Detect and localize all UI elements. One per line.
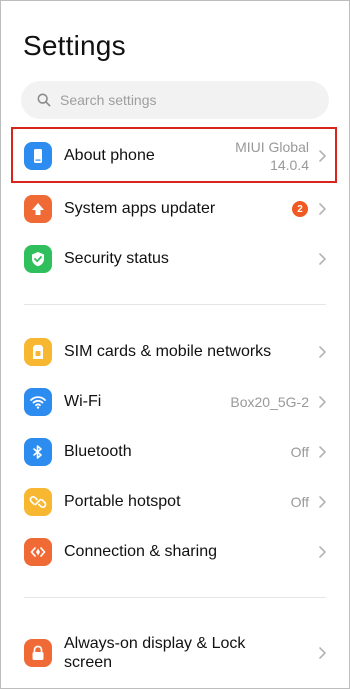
search-bar[interactable]: Search settings bbox=[21, 81, 329, 119]
settings-item-label: Always-on display & Lock screen bbox=[64, 635, 246, 671]
chevron-right-icon bbox=[319, 446, 326, 458]
chevron-right-icon bbox=[319, 203, 326, 215]
bluetooth-icon bbox=[24, 438, 52, 466]
phone-icon bbox=[24, 142, 52, 170]
chevron-right-icon bbox=[319, 396, 326, 408]
settings-item-always-on-display[interactable]: Always-on display & Lock screen bbox=[0, 628, 350, 678]
settings-item-label: Bluetooth bbox=[64, 443, 132, 460]
shield-check-icon bbox=[24, 245, 52, 273]
settings-item-label: Wi-Fi bbox=[64, 393, 102, 410]
chevron-right-icon bbox=[319, 253, 326, 265]
settings-item-bluetooth[interactable]: Bluetooth Off bbox=[0, 427, 350, 477]
sim-card-icon bbox=[24, 338, 52, 366]
settings-item-connection-sharing[interactable]: Connection & sharing bbox=[0, 527, 350, 577]
settings-item-wifi[interactable]: Wi-Fi Box20_5G-2 bbox=[0, 377, 350, 427]
lock-icon bbox=[24, 639, 52, 667]
section-divider bbox=[24, 597, 326, 598]
chevron-right-icon bbox=[319, 546, 326, 558]
settings-item-sim-cards[interactable]: SIM cards & mobile networks bbox=[0, 327, 350, 377]
settings-item-value: Box20_5G-2 bbox=[230, 394, 309, 410]
hotspot-link-icon bbox=[24, 488, 52, 516]
chevron-right-icon bbox=[319, 496, 326, 508]
update-count-badge: 2 bbox=[292, 201, 308, 217]
settings-item-label: Portable hotspot bbox=[64, 493, 181, 510]
chevron-right-icon bbox=[319, 647, 326, 659]
settings-item-label: System apps updater bbox=[64, 200, 216, 217]
connection-icon bbox=[24, 538, 52, 566]
page-title: Settings bbox=[23, 30, 126, 61]
settings-item-value: Off bbox=[290, 494, 309, 510]
arrow-up-icon bbox=[24, 195, 52, 223]
settings-item-value: MIUI Global 14.0.4 bbox=[235, 139, 309, 173]
wifi-icon bbox=[24, 388, 52, 416]
section-divider bbox=[24, 304, 326, 305]
settings-item-label: SIM cards & mobile networks bbox=[64, 343, 272, 360]
settings-item-value: Off bbox=[290, 444, 309, 460]
settings-item-portable-hotspot[interactable]: Portable hotspot Off bbox=[0, 477, 350, 527]
settings-item-label: Security status bbox=[64, 250, 169, 267]
settings-item-label: Connection & sharing bbox=[64, 543, 217, 560]
search-icon bbox=[37, 93, 51, 107]
settings-item-system-apps-updater[interactable]: System apps updater 2 bbox=[0, 184, 350, 234]
settings-item-security-status[interactable]: Security status bbox=[0, 234, 350, 284]
chevron-right-icon bbox=[319, 346, 326, 358]
chevron-right-icon bbox=[319, 150, 326, 162]
search-input-placeholder[interactable]: Search settings bbox=[60, 92, 157, 108]
settings-item-label: About phone bbox=[64, 147, 155, 164]
settings-item-about-phone[interactable]: About phone MIUI Global 14.0.4 bbox=[0, 130, 350, 182]
